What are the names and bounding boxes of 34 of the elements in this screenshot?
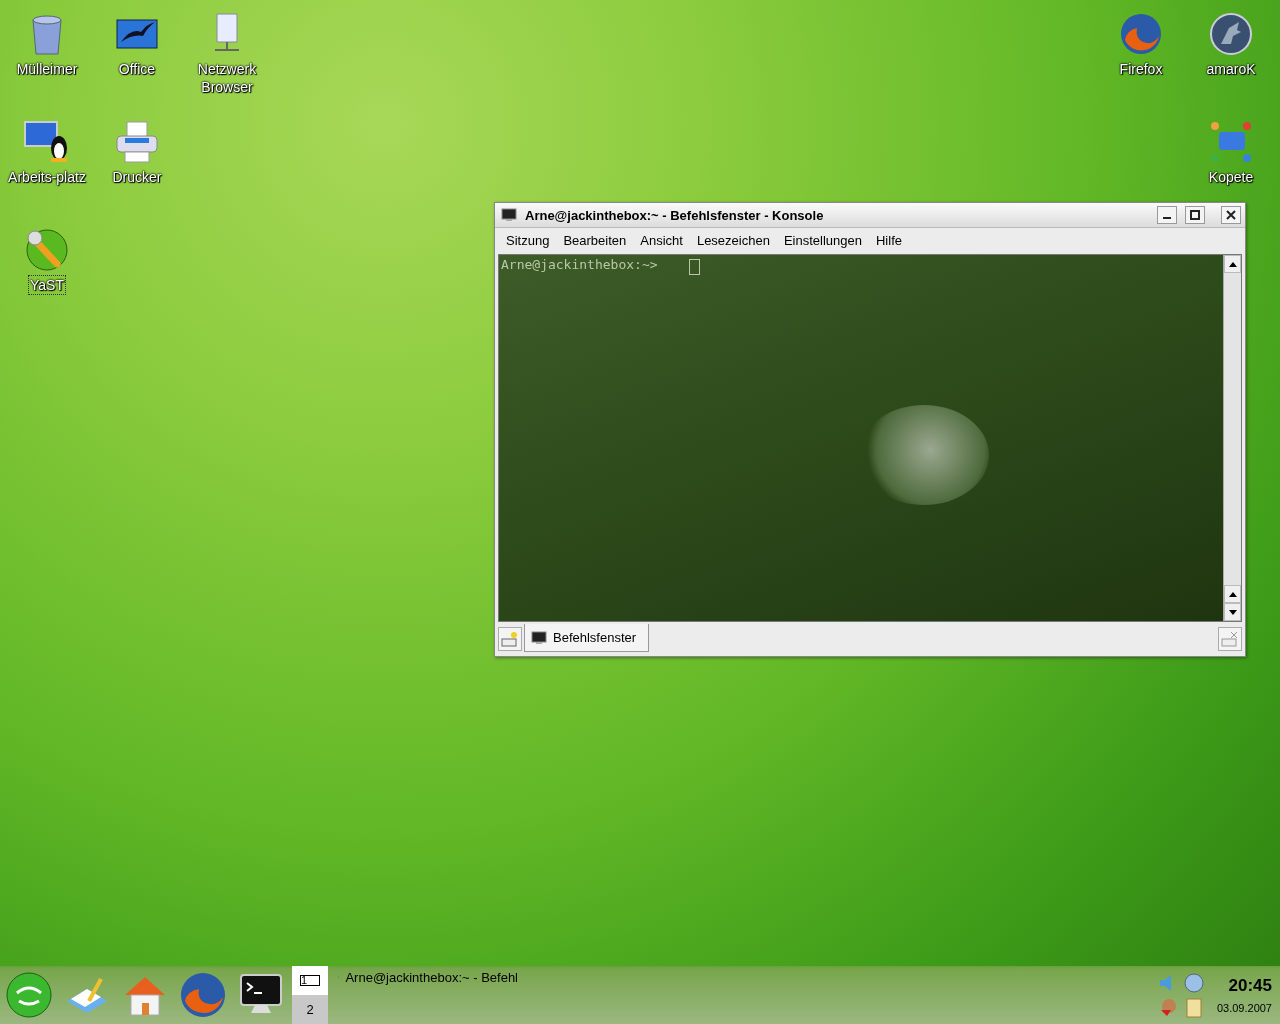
maximize-icon	[1190, 210, 1200, 220]
close-button[interactable]	[1221, 206, 1241, 224]
task-button[interactable]: Arne@jackinthebox:~ - Befehl	[328, 966, 528, 1024]
up-arrow-icon	[1228, 261, 1237, 267]
wrench-icon	[23, 226, 71, 274]
close-session-icon	[1221, 631, 1239, 647]
session-tab[interactable]: Befehlsfenster	[524, 624, 650, 652]
menu-item[interactable]: Lesezeichen	[689, 230, 777, 250]
printer-icon	[113, 118, 161, 166]
maximize-button[interactable]	[1185, 206, 1205, 224]
new-session-icon	[501, 631, 519, 647]
minimize-icon	[1163, 217, 1171, 219]
menu-item[interactable]: Einstellungen	[776, 230, 869, 250]
menu-item[interactable]: Hilfe	[868, 230, 909, 250]
text-cursor	[689, 259, 700, 275]
minimize-button[interactable]	[1157, 206, 1177, 224]
down-arrow-icon	[1228, 609, 1237, 615]
new-session-button[interactable]	[498, 627, 522, 651]
menu-item[interactable]: Ansicht	[633, 230, 690, 250]
close-icon	[1226, 210, 1236, 220]
up-arrow-icon	[1228, 591, 1237, 597]
scrollbar[interactable]	[1223, 255, 1241, 621]
terminal-prompt: Arne@jackinthebox:~>	[501, 257, 658, 272]
pager-desktop[interactable]: 2	[292, 995, 328, 1024]
clock-date: 03.09.2007	[1216, 1002, 1272, 1014]
gecko-logo-icon	[5, 971, 53, 1019]
firefox-icon	[179, 971, 227, 1019]
menu-item[interactable]: Sitzung	[499, 230, 557, 250]
close-session-button[interactable]	[1218, 627, 1242, 651]
clock-time[interactable]: 20:45	[1228, 976, 1272, 996]
globe-icon[interactable]	[1182, 972, 1205, 994]
window-title: Arne@jackinthebox:~ - Befehlsfenster - Konsole	[525, 207, 825, 223]
pager-desktop[interactable]: 1	[292, 966, 328, 995]
menu-item[interactable]: Bearbeiten	[556, 230, 634, 250]
